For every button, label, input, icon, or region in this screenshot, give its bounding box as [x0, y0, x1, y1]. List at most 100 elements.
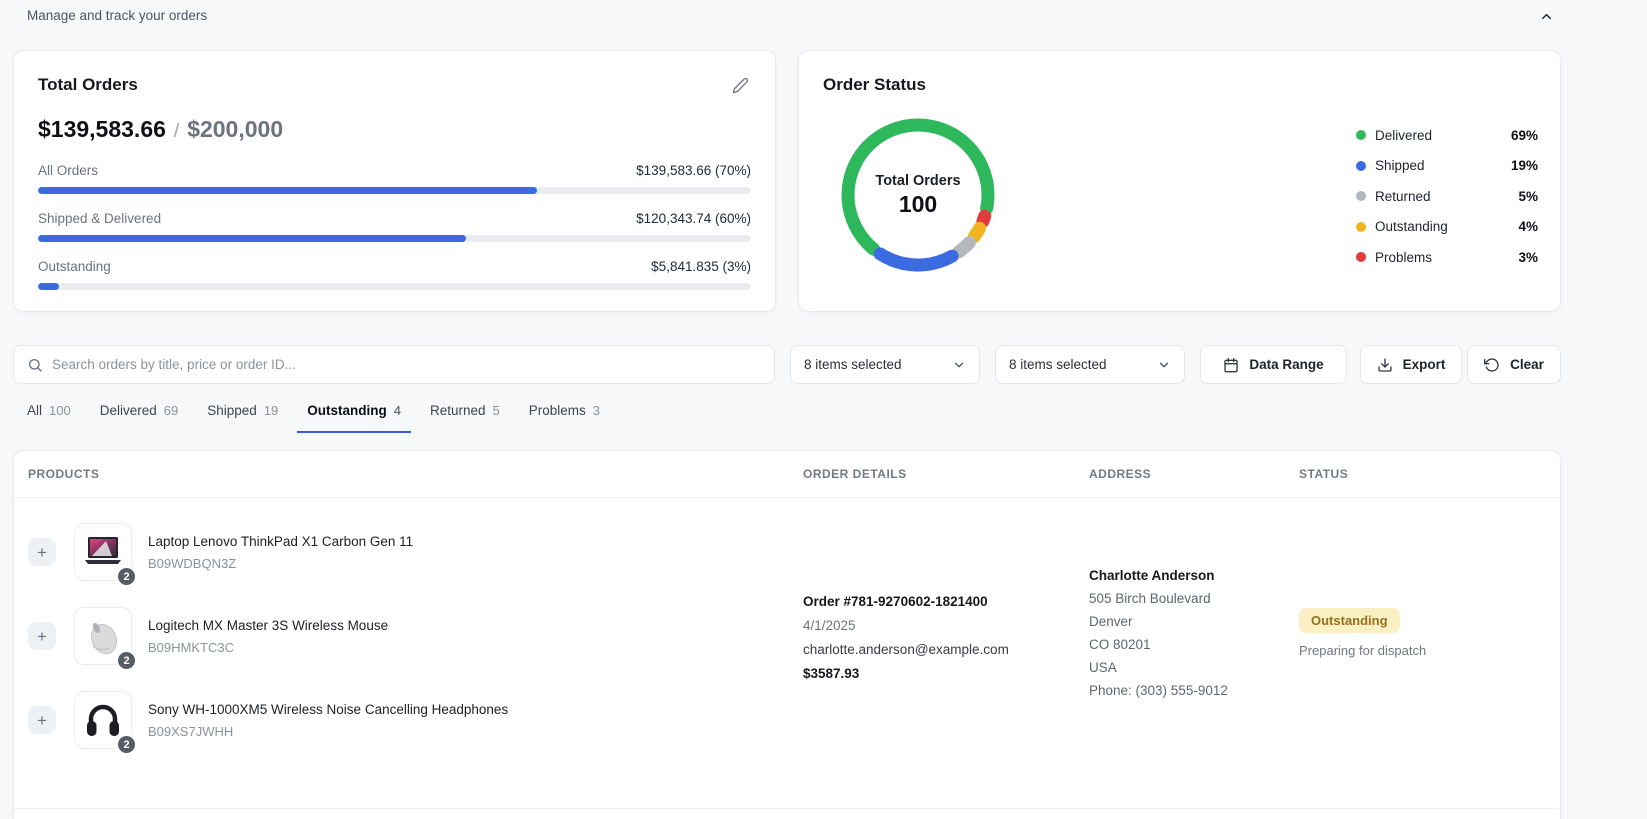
quantity-badge: 2	[116, 650, 137, 671]
filter-select-1[interactable]: 8 items selected	[790, 345, 980, 384]
address-cell: Charlotte Anderson 505 Birch Boulevard D…	[1089, 498, 1299, 808]
tab-outstanding[interactable]: Outstanding 4	[297, 403, 411, 433]
total-amount-current: $139,583.66	[38, 116, 166, 143]
product-item-mouse: + 2 Logitech MX Master 3S Wireless Mouse…	[28, 594, 803, 678]
order-status-title: Order Status	[823, 75, 1536, 95]
address-line1: 505 Birch Boulevard	[1089, 587, 1299, 610]
quantity-badge: 2	[116, 566, 137, 587]
order-search	[13, 345, 775, 384]
product-image-mouse: 2	[74, 607, 132, 665]
amount-separator: /	[174, 121, 179, 143]
legend-row-problems: Problems 3%	[1356, 247, 1538, 267]
tab-problems[interactable]: Problems 3	[519, 403, 610, 433]
order-status-donut-chart: Total Orders 100	[832, 109, 1004, 281]
tab-label: Problems	[529, 403, 586, 418]
chevron-down-icon	[1157, 358, 1171, 372]
clear-label: Clear	[1510, 357, 1544, 372]
legend-dot-problems	[1356, 252, 1366, 262]
tab-delivered[interactable]: Delivered 69	[90, 403, 189, 433]
tab-label: Outstanding	[307, 403, 387, 418]
date-range-button[interactable]: Data Range	[1200, 345, 1347, 384]
order-details-cell: Order #781-9270602-1821400 4/1/2025 char…	[803, 498, 1089, 808]
tab-shipped[interactable]: Shipped 19	[197, 403, 288, 433]
status-cell: Outstanding Preparing for dispatch	[1299, 498, 1560, 808]
address-state-zip: CO 80201	[1089, 633, 1299, 656]
order-date: 4/1/2025	[803, 618, 1089, 633]
clear-button[interactable]: Clear	[1467, 345, 1561, 384]
tab-all[interactable]: All 100	[17, 403, 81, 433]
tab-label: Returned	[430, 403, 486, 418]
bar-label: Outstanding	[38, 259, 111, 274]
progress-fill	[38, 187, 537, 194]
filter-select-2[interactable]: 8 items selected	[995, 345, 1185, 384]
column-header-products: PRODUCTS	[28, 467, 803, 481]
tab-count: 19	[264, 403, 278, 418]
tab-count: 4	[394, 403, 401, 418]
legend-row-outstanding: Outstanding 4%	[1356, 217, 1538, 237]
product-item-laptop: + 2	[28, 510, 803, 594]
legend-label: Delivered	[1375, 128, 1511, 143]
expand-product-button[interactable]: +	[28, 706, 56, 734]
legend-percent: 19%	[1511, 158, 1538, 173]
order-status-donut	[832, 109, 1004, 281]
tab-label: Delivered	[100, 403, 157, 418]
legend-dot-outstanding	[1356, 222, 1366, 232]
tab-count: 100	[49, 403, 71, 418]
legend-percent: 69%	[1511, 128, 1538, 143]
collapse-panel-button[interactable]	[1534, 4, 1558, 28]
product-sku: B09XS7JWHH	[148, 724, 508, 739]
filter-select-2-value: 8 items selected	[1009, 357, 1107, 372]
tab-label: Shipped	[207, 403, 257, 418]
expand-product-button[interactable]: +	[28, 622, 56, 650]
progress-all-orders: All Orders $139,583.66 (70%)	[38, 163, 751, 194]
page-subtitle: Manage and track your orders	[27, 8, 207, 23]
product-item-headphones: + 2 Sony WH-1000XM5 Wireless Noise Cance…	[28, 678, 803, 762]
product-image-laptop: 2	[74, 523, 132, 581]
product-title: Logitech MX Master 3S Wireless Mouse	[148, 618, 388, 633]
legend-label: Shipped	[1375, 158, 1511, 173]
product-title: Sony WH-1000XM5 Wireless Noise Cancellin…	[148, 702, 508, 717]
pencil-icon	[732, 77, 749, 94]
bar-value: $120,343.74 (60%)	[636, 211, 751, 226]
bar-label: All Orders	[38, 163, 98, 178]
tab-count: 69	[164, 403, 178, 418]
donut-segment-problems	[983, 216, 985, 221]
donut-segment-shipped	[880, 254, 952, 265]
export-button[interactable]: Export	[1360, 345, 1462, 384]
product-sku: B09WDBQN3Z	[148, 556, 413, 571]
progress-bars: All Orders $139,583.66 (70%) Shipped & D…	[38, 163, 751, 290]
legend-label: Outstanding	[1375, 219, 1518, 234]
bar-value: $5,841.835 (3%)	[651, 259, 751, 274]
legend-row-delivered: Delivered 69%	[1356, 125, 1538, 145]
table-row: + 2	[14, 498, 1560, 809]
bar-value: $139,583.66 (70%)	[636, 163, 751, 178]
total-amount-target: $200,000	[187, 116, 283, 143]
orders-table: PRODUCTS ORDER DETAILS ADDRESS STATUS +	[13, 450, 1561, 819]
orders-page: Manage and track your orders Total Order…	[0, 0, 1647, 819]
legend-label: Returned	[1375, 189, 1518, 204]
legend-row-shipped: Shipped 19%	[1356, 156, 1538, 176]
expand-product-button[interactable]: +	[28, 538, 56, 566]
calendar-icon	[1223, 357, 1239, 373]
search-icon	[27, 357, 43, 373]
date-range-label: Data Range	[1249, 357, 1323, 372]
edit-target-button[interactable]	[730, 75, 751, 96]
column-header-status: STATUS	[1299, 467, 1560, 481]
rotate-ccw-icon	[1484, 357, 1500, 373]
bar-label: Shipped & Delivered	[38, 211, 161, 226]
progress-outstanding: Outstanding $5,841.835 (3%)	[38, 259, 751, 290]
total-orders-title: Total Orders	[38, 75, 138, 95]
order-status-legend: Delivered 69% Shipped 19% Returned 5% Ou…	[1356, 125, 1538, 267]
order-email: charlotte.anderson@example.com	[803, 642, 1089, 657]
donut-segment-delivered	[848, 125, 988, 249]
download-icon	[1377, 357, 1393, 373]
legend-dot-shipped	[1356, 161, 1366, 171]
order-total: $3587.93	[803, 666, 1089, 681]
address-phone: Phone: (303) 555-9012	[1089, 679, 1299, 702]
legend-percent: 3%	[1518, 250, 1538, 265]
tab-returned[interactable]: Returned 5	[420, 403, 510, 433]
donut-segment-returned	[959, 243, 970, 252]
product-sku: B09HMKTC3C	[148, 640, 388, 655]
column-header-order-details: ORDER DETAILS	[803, 467, 1089, 481]
search-input[interactable]	[52, 357, 761, 372]
